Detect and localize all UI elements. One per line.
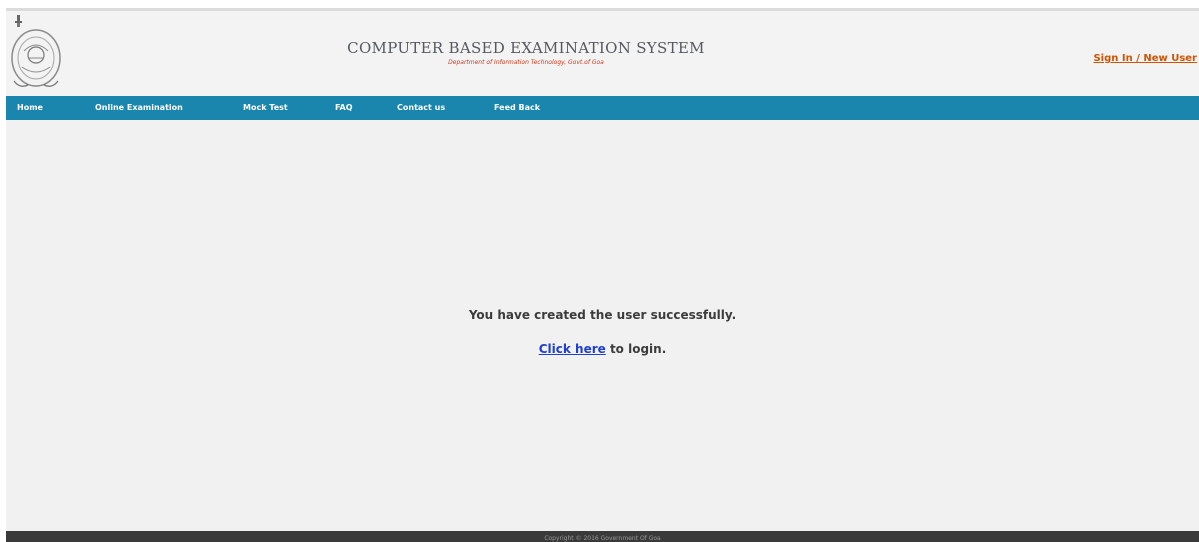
footer: Copyright © 2016 Government Of Goa (6, 531, 1199, 542)
copyright-text: Copyright © 2016 Government Of Goa (544, 535, 661, 542)
state-emblem-icon (11, 15, 61, 87)
success-message: You have created the user successfully. (468, 308, 737, 322)
nav-faq[interactable]: FAQ (335, 96, 353, 120)
nav-feed-back[interactable]: Feed Back (494, 96, 540, 120)
login-prompt: Click here to login. (6, 342, 1199, 356)
title-block: COMPUTER BASED EXAMINATION SYSTEM Depart… (306, 39, 746, 66)
click-here-login-link[interactable]: Click here (539, 342, 606, 356)
page: COMPUTER BASED EXAMINATION SYSTEM Depart… (6, 8, 1199, 542)
nav-home[interactable]: Home (17, 96, 43, 120)
login-prompt-text: to login. (605, 342, 667, 356)
nav-mock-test[interactable]: Mock Test (243, 96, 288, 120)
signin-new-user-link[interactable]: Sign In / New User (1093, 53, 1197, 64)
site-title: COMPUTER BASED EXAMINATION SYSTEM (347, 39, 705, 57)
header: COMPUTER BASED EXAMINATION SYSTEM Depart… (6, 11, 1199, 96)
nav-online-examination[interactable]: Online Examination (95, 96, 183, 120)
site-subtitle: Department of Information Technology, Go… (448, 59, 604, 66)
main-nav: Home Online Examination Mock Test FAQ Co… (6, 96, 1199, 120)
nav-contact-us[interactable]: Contact us (397, 96, 445, 120)
